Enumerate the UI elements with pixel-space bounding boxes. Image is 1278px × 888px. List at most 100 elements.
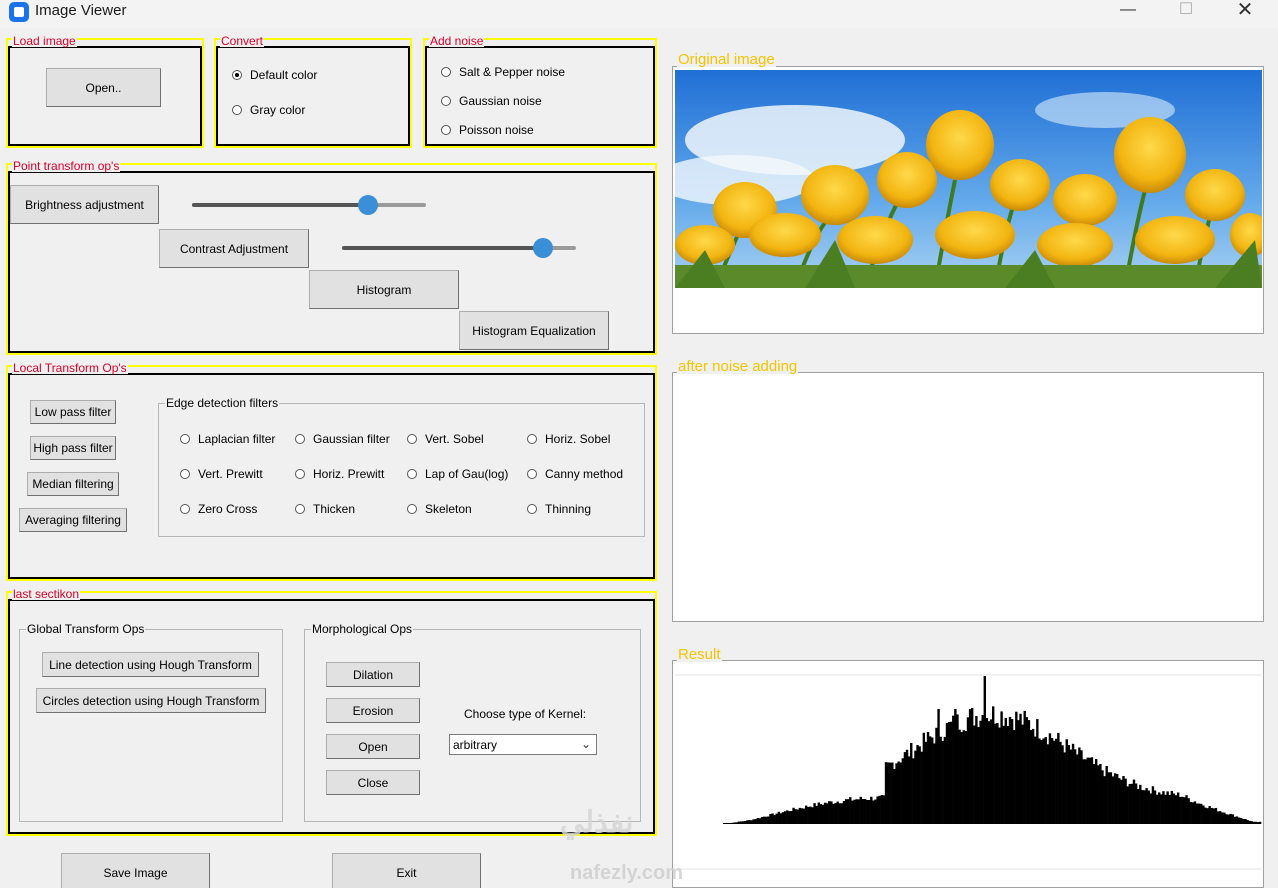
radio-edge-thicken[interactable]: Thicken	[295, 502, 355, 516]
radio-edge-vert-sobel[interactable]: Vert. Sobel	[407, 432, 484, 446]
histogram-bar	[966, 717, 970, 824]
radio-poisson-noise[interactable]: Poisson noise	[441, 123, 534, 137]
histogram-bar	[1048, 733, 1052, 824]
chevron-down-icon: ⌄	[580, 737, 591, 751]
histogram-bar	[1036, 719, 1039, 824]
histogram-bar	[792, 807, 795, 824]
histogram-bar	[1111, 776, 1115, 824]
histogram-bar	[956, 714, 959, 824]
radio-gray-color[interactable]: Gray color	[232, 103, 305, 117]
edge-detection-label: Edge detection filters	[165, 396, 280, 410]
radio-indicator	[180, 504, 190, 514]
histogram-bar	[941, 740, 944, 824]
save-image-button[interactable]: Save Image	[61, 853, 210, 888]
histogram-bar	[1042, 738, 1045, 824]
histogram-bar	[813, 803, 816, 824]
maximize-button[interactable]: ☐	[1163, 0, 1209, 22]
open-morph-button[interactable]: Open	[326, 734, 420, 759]
histogram-bar	[861, 799, 865, 824]
histogram-bar	[964, 731, 968, 824]
averaging-filtering-button[interactable]: Averaging filtering	[19, 508, 127, 532]
histogram-bar	[903, 752, 907, 824]
histogram-bar	[901, 758, 905, 824]
histogram-bar	[834, 803, 837, 824]
radio-edge-gaussian-filter[interactable]: Gaussian filter	[295, 432, 390, 446]
radio-gaussian-noise[interactable]: Gaussian noise	[441, 94, 542, 108]
histogram-bar	[1168, 794, 1171, 824]
histogram-bar	[779, 813, 783, 824]
result-histogram	[675, 674, 1262, 870]
add-noise-label: Add noise	[429, 34, 485, 48]
radio-edge-lap-of-gau-log[interactable]: Lap of Gau(log)	[407, 467, 508, 481]
radio-salt-pepper[interactable]: Salt & Pepper noise	[441, 65, 565, 79]
load-image-label: Load image	[12, 34, 77, 48]
histogram-bar	[928, 736, 932, 824]
radio-edge-canny-method[interactable]: Canny method	[527, 467, 623, 481]
histogram-bar	[931, 737, 934, 824]
histogram-bar	[1250, 821, 1253, 824]
radio-edge-horiz-prewitt[interactable]: Horiz. Prewitt	[295, 467, 384, 481]
histogram-bar	[1092, 763, 1096, 824]
histogram-bar	[807, 806, 810, 824]
histogram-bar	[821, 804, 825, 824]
line-detection-button[interactable]: Line detection using Hough Transform	[42, 652, 259, 677]
close-button[interactable]: ✕	[1222, 0, 1268, 22]
histogram-bar	[1162, 791, 1165, 824]
histogram-bar	[970, 708, 974, 824]
histogram-button[interactable]: Histogram	[309, 270, 459, 309]
erosion-button[interactable]: Erosion	[326, 698, 420, 723]
histogram-bar	[1187, 798, 1190, 824]
radio-edge-horiz-sobel[interactable]: Horiz. Sobel	[527, 432, 610, 446]
histogram-bar	[1237, 817, 1241, 824]
radio-label: Lap of Gau(log)	[425, 467, 509, 481]
histogram-bar	[857, 799, 860, 824]
kernel-select[interactable]: arbitrary ⌄	[449, 734, 597, 755]
median-filtering-button[interactable]: Median filtering	[27, 472, 119, 496]
radio-edge-laplacian-filter[interactable]: Laplacian filter	[180, 432, 275, 446]
histogram-bar	[918, 746, 921, 824]
histogram-bar	[844, 799, 848, 824]
histogram-bar	[1244, 818, 1247, 824]
histogram-bar	[1124, 778, 1127, 824]
histogram-bar	[952, 715, 955, 824]
radio-selected-indicator	[232, 70, 242, 80]
histogram-bar	[1137, 788, 1140, 824]
histogram-bar	[840, 803, 844, 824]
slider-thumb[interactable]	[357, 195, 378, 215]
histogram-bar	[723, 823, 726, 824]
contrast-slider[interactable]	[342, 236, 576, 260]
high-pass-filter-button[interactable]: High pass filter	[30, 436, 116, 460]
open-button[interactable]: Open..	[46, 68, 161, 107]
histogram-bar	[1174, 795, 1178, 824]
histogram-bar	[788, 811, 791, 824]
radio-edge-vert-prewitt[interactable]: Vert. Prewitt	[180, 467, 263, 481]
minimize-button[interactable]: —	[1105, 0, 1151, 22]
close-morph-button[interactable]: Close	[326, 770, 420, 795]
radio-label: Horiz. Prewitt	[313, 467, 385, 481]
histogram-bar	[1080, 750, 1083, 824]
histogram-bar	[1015, 711, 1018, 824]
circles-detection-button[interactable]: Circles detection using Hough Transform	[36, 688, 266, 713]
radio-edge-skeleton[interactable]: Skeleton	[407, 502, 472, 516]
histogram-bar	[1202, 805, 1205, 824]
histogram-bar	[1023, 710, 1026, 824]
contrast-button[interactable]: Contrast Adjustment	[159, 229, 309, 268]
low-pass-filter-button[interactable]: Low pass filter	[30, 400, 116, 424]
histogram-bar	[992, 706, 995, 824]
histogram-equalization-button[interactable]: Histogram Equalization	[459, 311, 609, 350]
brightness-button[interactable]: Brightness adjustment	[10, 185, 159, 224]
histogram-bar	[1017, 720, 1020, 824]
histogram-bar	[765, 816, 768, 824]
radio-edge-thinning[interactable]: Thinning	[527, 502, 591, 516]
brightness-slider[interactable]	[192, 193, 426, 217]
histogram-bar	[1063, 752, 1066, 824]
dilation-button[interactable]: Dilation	[326, 662, 420, 687]
histogram-bar	[1214, 807, 1218, 824]
slider-thumb[interactable]	[533, 238, 554, 258]
radio-edge-zero-cross[interactable]: Zero Cross	[180, 502, 257, 516]
radio-label: Canny method	[545, 467, 624, 481]
radio-indicator	[407, 434, 417, 444]
exit-button[interactable]: Exit	[332, 853, 481, 888]
radio-default-color[interactable]: Default color	[232, 68, 317, 82]
watermark-logo: نفذلي	[560, 806, 634, 839]
